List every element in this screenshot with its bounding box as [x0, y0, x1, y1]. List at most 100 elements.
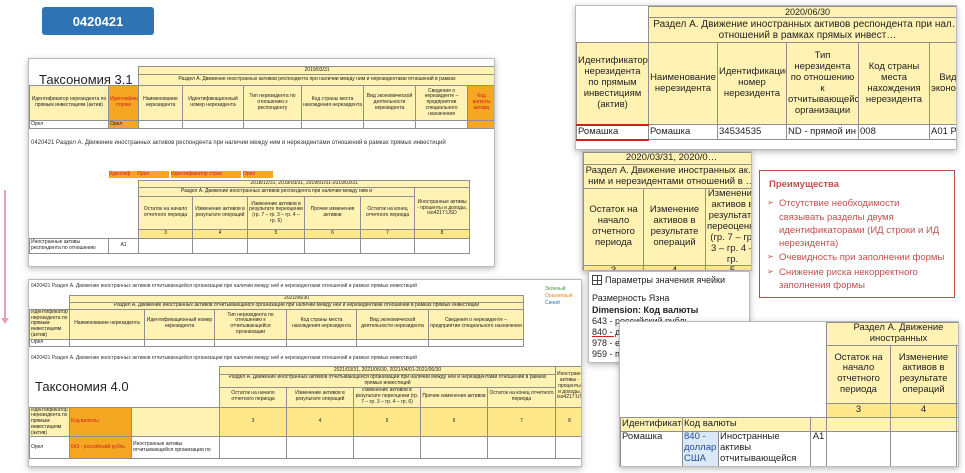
- col-number: 3: [219, 406, 287, 438]
- table-cell[interactable]: [826, 430, 891, 466]
- taxonomy-40-panel: 0420421 Раздел А. Движение иностранных а…: [28, 279, 582, 467]
- table-cell[interactable]: [69, 338, 145, 347]
- table-cell[interactable]: Орел: [29, 120, 109, 129]
- table-cell[interactable]: [555, 436, 581, 460]
- col-header: Иностранные активы - проценты и доходы, …: [413, 187, 471, 230]
- ident-row: Идентиф Орел Идентификатор строк Орел: [109, 171, 299, 178]
- col-header: Идентификатор нерезидента по прямым инве…: [576, 42, 649, 126]
- table-cell[interactable]: 008: [858, 124, 930, 141]
- col-header: Тип нерезидента по отношению к респонден…: [243, 85, 302, 121]
- col-header: Прочие изменения активов: [420, 386, 488, 408]
- table-cell[interactable]: [413, 238, 471, 254]
- table-cell[interactable]: [286, 338, 357, 347]
- table-cell[interactable]: Орел: [29, 436, 70, 460]
- table-cell[interactable]: [353, 436, 421, 460]
- col-header: Изменение активов в результате переоценк…: [353, 386, 421, 408]
- table-cell[interactable]: [243, 120, 302, 129]
- table-cell[interactable]: [420, 436, 488, 460]
- table-cell[interactable]: [890, 430, 957, 466]
- col-header: Остаток на начало отчетного периода: [826, 344, 891, 404]
- col-header: Остаток на начало отчетного периода: [583, 187, 644, 267]
- table-cell[interactable]: Ромашка: [620, 430, 683, 466]
- col-header: Изменение активов в результате операций: [192, 196, 248, 230]
- section-header: Раздел А. Движение иностранных активов р…: [138, 187, 415, 197]
- table-cell[interactable]: А01 Ра: [929, 124, 956, 141]
- section-caption: 0420421 Раздел А. Движение иностранных а…: [31, 140, 446, 146]
- col-header: Тип нерезидента по отношению к отчитываю…: [214, 308, 287, 340]
- col-number: 8: [555, 406, 581, 438]
- ident-cell[interactable]: Орел: [137, 171, 169, 178]
- table-cell[interactable]: ND - прямой ин: [786, 124, 859, 141]
- taxonomy-40-bottom-table: 2021/03/31, 2021/06/30, 2021/04/01-2021/…: [29, 366, 581, 460]
- advantage-item: Очевидность при заполнении формы: [767, 251, 945, 264]
- col-header: Остаток на конец отчетного периода: [360, 196, 415, 230]
- ident-cell[interactable]: Орел: [243, 171, 273, 178]
- table-cell[interactable]: [286, 436, 354, 460]
- table-cell[interactable]: [138, 120, 183, 129]
- table-cell[interactable]: [466, 120, 494, 129]
- table-cell[interactable]: [360, 238, 415, 254]
- date-header: 2019/03/31: [137, 66, 494, 75]
- zoom-panel-identifiers: 2020/06/30 Раздел А. Движение иностранны…: [575, 5, 957, 150]
- col-header: Изменение активов в результате операций: [890, 344, 957, 404]
- table-cell[interactable]: [192, 238, 248, 254]
- col-number: 7: [360, 229, 415, 239]
- table-cell[interactable]: [428, 338, 524, 347]
- table-cell[interactable]: [363, 120, 416, 129]
- col-number: 5: [247, 229, 305, 239]
- table-cell[interactable]: [219, 436, 287, 460]
- col-header: Идентификационный номер нерезидента: [182, 85, 244, 121]
- table-cell[interactable]: 34534535: [717, 124, 787, 141]
- advantages-list: Отсутствие необходимости связывать разде…: [767, 197, 945, 293]
- currency-cell[interactable]: 840 - доллар США: [682, 430, 719, 466]
- table-cell[interactable]: [304, 238, 361, 254]
- table-cell[interactable]: [214, 338, 287, 347]
- table-cell[interactable]: [956, 430, 958, 466]
- table-cell[interactable]: [301, 120, 364, 129]
- advantages-box: Преимущества Отсутствие необходимости св…: [759, 170, 955, 298]
- table-cell[interactable]: [356, 338, 429, 347]
- section-caption: 0420421 Раздел А. Движение иностранных а…: [31, 355, 417, 361]
- section-header: Раздел А. Движение иностранных активов о…: [69, 301, 524, 310]
- table-cell[interactable]: Орел: [108, 120, 139, 129]
- ident-cell: Идентификатор строк: [171, 171, 241, 178]
- col-header: Вид экономической: [929, 42, 956, 126]
- section-caption: 0420421 Раздел А. Движение иностранных а…: [31, 283, 417, 289]
- row-code: А1: [108, 238, 139, 254]
- dates-header: 2020/03/31, 2020/0…: [583, 152, 751, 165]
- currency-header: Код валюты: [682, 416, 811, 432]
- zoom-currency-table: Раздел А. Движение иностранных Остаток н…: [620, 322, 958, 466]
- table-cell[interactable]: Орел: [29, 338, 70, 347]
- table-cell[interactable]: [247, 238, 305, 254]
- ident-cell: Идентиф: [109, 171, 137, 178]
- table-cell[interactable]: Ромашка: [576, 124, 649, 141]
- table-cell[interactable]: [415, 120, 468, 129]
- col-header: Тип нерезидента по отношению к отчитываю…: [786, 42, 859, 126]
- col-number: 6: [420, 406, 488, 438]
- zoom-movement-table: 2020/03/31, 2020/0… Раздел А. Движение и…: [583, 152, 751, 270]
- col-header: Сведения о нерезиденте – предприятии спе…: [428, 308, 524, 340]
- table-cell[interactable]: [144, 338, 215, 347]
- axis-label: Размерность Язна: [592, 293, 670, 303]
- taxonomy-31-top-table: 2019/03/31 Раздел А. Движение иностранны…: [29, 66, 494, 129]
- col-number: 4: [890, 402, 957, 418]
- advantage-item: Снижение риска некорректного заполнения …: [767, 266, 945, 293]
- col-header: Идентификатор нерезидента по прямым инве…: [29, 308, 70, 340]
- col-number: 4: [192, 229, 248, 239]
- section-header: Раздел А. Движение иностранных активов р…: [648, 17, 956, 44]
- col-header: Идентификатор нерезидента по прямым инве…: [29, 85, 109, 121]
- col-header: Код страны места нахождения нерезидента: [858, 42, 930, 126]
- currency-cell[interactable]: 643 - российский рубль: [69, 436, 132, 460]
- row-label: Идентификато: [620, 416, 683, 432]
- date-header: 2021/06/30: [69, 295, 524, 303]
- table-cell[interactable]: [182, 120, 244, 129]
- taxonomy-40-top-table: 2021/06/30 Раздел А. Движение иностранны…: [29, 295, 524, 347]
- dialog-title: Параметры значения ячейки: [592, 275, 725, 285]
- table-cell[interactable]: [486, 436, 557, 460]
- col-header: Наименование нерезидента: [69, 308, 145, 340]
- table-cell[interactable]: [138, 238, 193, 254]
- col-number: 3: [138, 229, 193, 239]
- date-header: 2020/06/30: [648, 6, 956, 19]
- col-header: Остаток на начало отчетного периода: [219, 386, 287, 408]
- table-cell[interactable]: Ромашка: [648, 124, 718, 141]
